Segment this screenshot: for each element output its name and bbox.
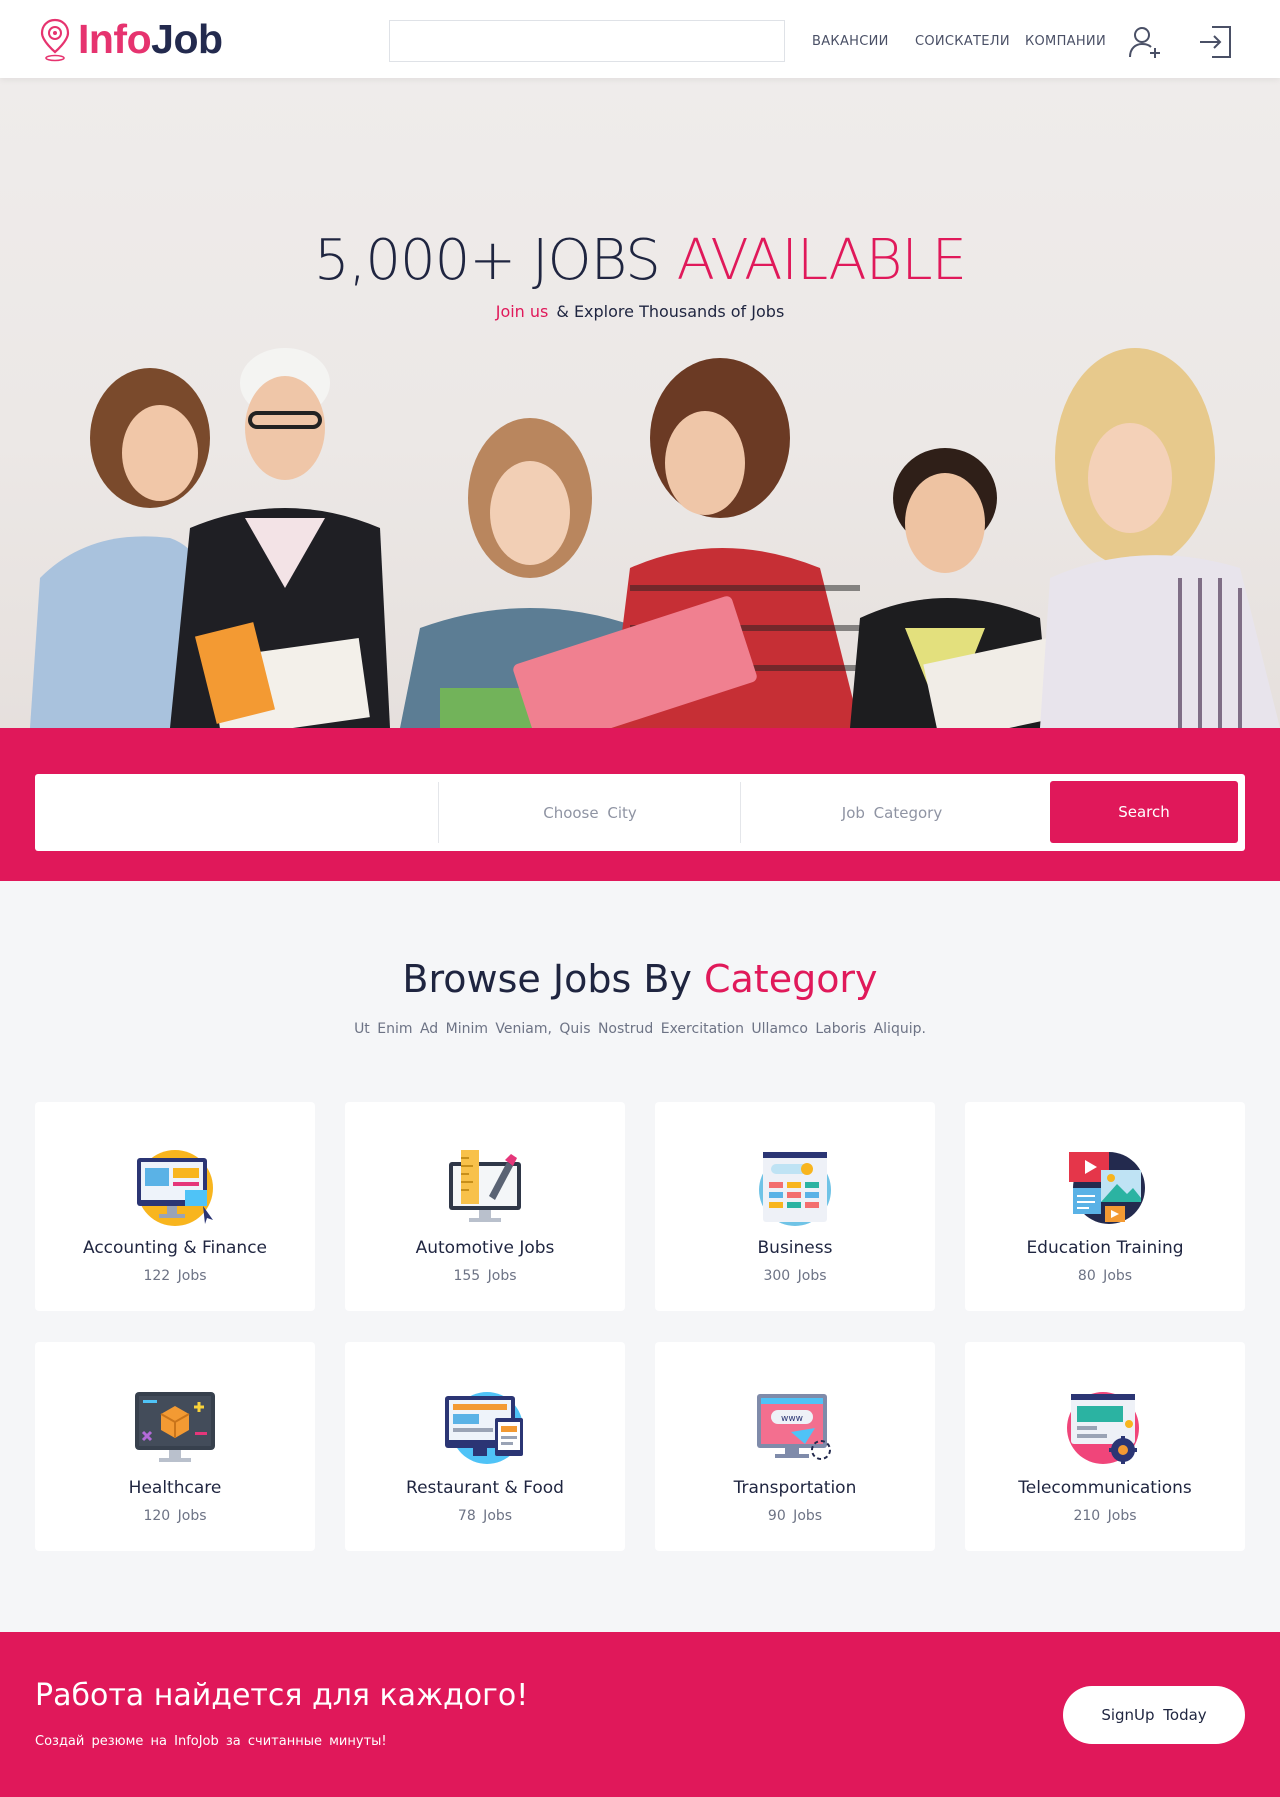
category-name: Automotive Jobs — [415, 1238, 555, 1258]
hero-subtitle: Join us & Explore Thousands of Jobs — [0, 302, 1280, 321]
category-card-healthcare[interactable]: Healthcare 120 Jobs — [35, 1342, 315, 1551]
category-count: 300 Jobs — [763, 1268, 827, 1284]
education-icon — [1069, 1152, 1145, 1224]
job-search-form: Choose City Job Category Search — [35, 774, 1245, 851]
students-photo — [30, 348, 1280, 728]
join-us-link[interactable]: Join us — [496, 302, 549, 321]
logo-text-job: Job — [151, 16, 223, 62]
category-name: Transportation — [733, 1478, 857, 1498]
nav-job-seekers[interactable]: СОИСКАТЕЛИ — [915, 34, 1010, 49]
category-count: 210 Jobs — [1073, 1508, 1137, 1524]
category-name: Restaurant & Food — [406, 1478, 564, 1498]
category-card-telecommunications[interactable]: Telecommunications 210 Jobs — [965, 1342, 1245, 1551]
hero-title-count: 5,000+ JOBS — [313, 228, 661, 293]
categories-title: Browse Jobs By Category — [0, 957, 1280, 1001]
category-count: 78 Jobs — [457, 1508, 513, 1524]
category-name: Education Training — [1026, 1238, 1184, 1258]
category-count: 155 Jobs — [453, 1268, 517, 1284]
signup-button[interactable]: SignUp Today — [1063, 1686, 1245, 1744]
site-header: InfoJob ВАКАНСИИ СОИСКАТЕЛИ КОМПАНИИ — [0, 0, 1280, 78]
category-card-automotive[interactable]: Automotive Jobs 155 Jobs — [345, 1102, 625, 1311]
category-card-business[interactable]: Business 300 Jobs — [655, 1102, 935, 1311]
category-card-education[interactable]: Education Training 80 Jobs — [965, 1102, 1245, 1311]
automotive-icon — [449, 1150, 521, 1222]
category-card-accounting[interactable]: Accounting & Finance 122 Jobs — [35, 1102, 315, 1311]
category-card-transportation[interactable]: www Transportation 90 Jobs — [655, 1342, 935, 1551]
categories-subtitle: Ut Enim Ad Minim Veniam, Quis Nostrud Ex… — [354, 1021, 926, 1037]
hero-section: 5,000+ JOBS AVAILABLE Join us & Explore T… — [0, 78, 1280, 728]
hero-subtitle-text: & Explore Thousands of Jobs — [556, 302, 785, 321]
category-select[interactable]: Job Category — [742, 782, 1042, 843]
business-icon — [759, 1152, 831, 1226]
hero-title-available: AVAILABLE — [676, 228, 967, 293]
keyword-input[interactable] — [35, 782, 439, 843]
categories-title-pink: Category — [703, 957, 878, 1001]
cta-title: Работа найдется для каждого! — [35, 1678, 529, 1713]
category-card-restaurant[interactable]: Restaurant & Food 78 Jobs — [345, 1342, 625, 1551]
category-count: 122 Jobs — [143, 1268, 207, 1284]
restaurant-icon — [445, 1392, 523, 1464]
nav-vacancies[interactable]: ВАКАНСИИ — [812, 34, 889, 49]
location-pin-icon — [40, 18, 70, 61]
nav-companies[interactable]: КОМПАНИИ — [1025, 34, 1106, 49]
category-count: 120 Jobs — [143, 1508, 207, 1524]
telecom-icon — [1067, 1392, 1139, 1464]
login-button[interactable] — [1196, 22, 1236, 62]
category-name: Accounting & Finance — [82, 1238, 268, 1258]
signup-banner: Работа найдется для каждого! Создай резю… — [0, 1632, 1280, 1797]
register-button[interactable] — [1125, 22, 1165, 62]
accounting-icon — [137, 1150, 213, 1226]
cta-subtitle: Создай резюме на InfoJob за считанные ми… — [35, 1734, 387, 1749]
hero-title: 5,000+ JOBS AVAILABLE — [0, 228, 1280, 293]
header-search-input[interactable] — [389, 20, 785, 62]
category-name: Telecommunications — [1018, 1478, 1192, 1498]
category-count: 80 Jobs — [1077, 1268, 1133, 1284]
transportation-icon: www — [757, 1394, 831, 1460]
search-band: Choose City Job Category Search — [0, 728, 1280, 881]
add-user-icon — [1129, 27, 1160, 58]
search-button[interactable]: Search — [1050, 781, 1238, 843]
category-count: 90 Jobs — [767, 1508, 823, 1524]
logo-text-info: Info — [78, 16, 152, 62]
logo[interactable]: InfoJob — [40, 16, 223, 63]
logo-text: InfoJob — [78, 16, 223, 63]
category-name: Healthcare — [128, 1478, 222, 1498]
categories-title-dark: Browse Jobs By — [402, 957, 692, 1001]
sign-in-icon — [1200, 26, 1231, 58]
category-name: Business — [757, 1238, 833, 1258]
healthcare-icon — [135, 1392, 215, 1462]
svg-text:www: www — [781, 1414, 803, 1424]
city-select[interactable]: Choose City — [440, 782, 741, 843]
